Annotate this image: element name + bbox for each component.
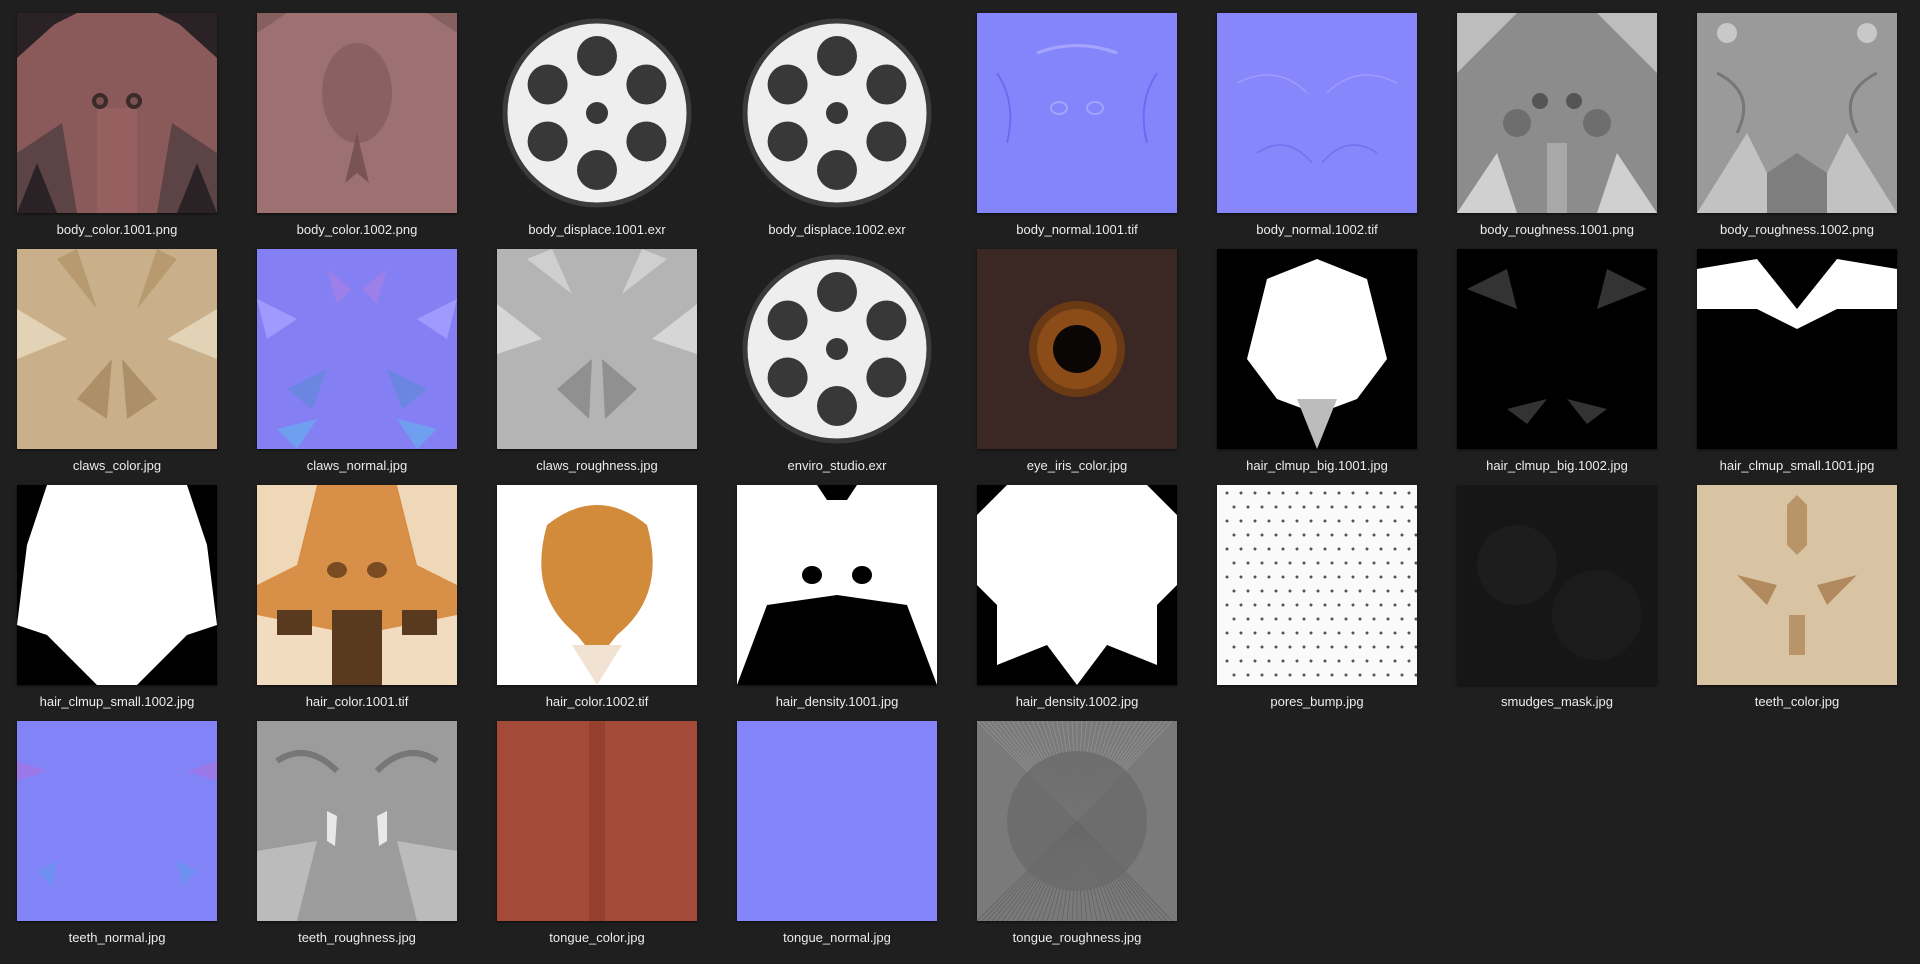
file-name: hair_color.1001.tif: [305, 694, 409, 709]
file-item[interactable]: body_normal.1002.tif: [1200, 0, 1440, 237]
file-name: teeth_color.jpg: [1754, 694, 1840, 709]
file-name: hair_clmup_big.1002.jpg: [1486, 458, 1628, 473]
file-name: tongue_normal.jpg: [783, 930, 891, 945]
image-thumbnail: [1217, 13, 1417, 213]
file-name: body_displace.1001.exr: [528, 222, 666, 237]
file-item[interactable]: pores_bump.jpg: [1200, 472, 1440, 709]
file-item[interactable]: teeth_color.jpg: [1680, 472, 1920, 709]
file-name: hair_clmup_small.1001.jpg: [1719, 458, 1875, 473]
image-thumbnail: [1697, 249, 1897, 449]
image-thumbnail: [17, 13, 217, 213]
file-item[interactable]: enviro_studio.exr: [720, 236, 960, 473]
file-name: hair_color.1002.tif: [545, 694, 649, 709]
file-item[interactable]: body_color.1001.png: [0, 0, 240, 237]
file-name: enviro_studio.exr: [787, 458, 887, 473]
image-thumbnail: [497, 485, 697, 685]
file-item[interactable]: body_roughness.1002.png: [1680, 0, 1920, 237]
file-item[interactable]: hair_color.1001.tif: [240, 472, 480, 709]
video-file-icon: [737, 249, 937, 449]
file-thumbnail-grid: body_color.1001.png body_color.1002.png bo…: [0, 0, 1920, 964]
file-item[interactable]: hair_density.1001.jpg: [720, 472, 960, 709]
image-thumbnail: [737, 721, 937, 921]
image-thumbnail: [977, 721, 1177, 921]
file-item[interactable]: claws_color.jpg: [0, 236, 240, 473]
file-item[interactable]: hair_clmup_big.1001.jpg: [1200, 236, 1440, 473]
file-name: tongue_color.jpg: [549, 930, 645, 945]
file-item[interactable]: hair_color.1002.tif: [480, 472, 720, 709]
image-thumbnail: [17, 249, 217, 449]
image-thumbnail: [737, 485, 937, 685]
file-item[interactable]: hair_clmup_big.1002.jpg: [1440, 236, 1680, 473]
file-name: claws_roughness.jpg: [536, 458, 658, 473]
file-name: tongue_roughness.jpg: [1012, 930, 1142, 945]
image-thumbnail: [977, 485, 1177, 685]
file-item[interactable]: body_color.1002.png: [240, 0, 480, 237]
file-name: body_displace.1002.exr: [768, 222, 906, 237]
file-item[interactable]: claws_normal.jpg: [240, 236, 480, 473]
image-thumbnail: [497, 721, 697, 921]
file-name: body_color.1002.png: [296, 222, 418, 237]
file-name: hair_density.1001.jpg: [775, 694, 899, 709]
file-name: body_color.1001.png: [56, 222, 178, 237]
image-thumbnail: [1217, 249, 1417, 449]
file-item[interactable]: body_displace.1002.exr: [720, 0, 960, 237]
file-item[interactable]: smudges_mask.jpg: [1440, 472, 1680, 709]
image-thumbnail: [257, 485, 457, 685]
file-item[interactable]: body_displace.1001.exr: [480, 0, 720, 237]
image-thumbnail: [17, 721, 217, 921]
file-name: teeth_normal.jpg: [68, 930, 166, 945]
file-name: pores_bump.jpg: [1270, 694, 1364, 709]
file-item[interactable]: claws_roughness.jpg: [480, 236, 720, 473]
image-thumbnail: [257, 721, 457, 921]
file-item[interactable]: tongue_color.jpg: [480, 708, 720, 945]
image-thumbnail: [1457, 485, 1657, 685]
video-file-icon: [497, 13, 697, 213]
file-item[interactable]: hair_density.1002.jpg: [960, 472, 1200, 709]
file-name: body_normal.1002.tif: [1256, 222, 1378, 237]
file-item[interactable]: body_normal.1001.tif: [960, 0, 1200, 237]
file-item[interactable]: tongue_normal.jpg: [720, 708, 960, 945]
image-thumbnail: [17, 485, 217, 685]
file-item[interactable]: teeth_roughness.jpg: [240, 708, 480, 945]
video-file-icon: [737, 13, 937, 213]
file-name: hair_density.1002.jpg: [1015, 694, 1139, 709]
image-thumbnail: [257, 13, 457, 213]
file-name: hair_clmup_small.1002.jpg: [39, 694, 195, 709]
file-item[interactable]: eye_iris_color.jpg: [960, 236, 1200, 473]
image-thumbnail: [1217, 485, 1417, 685]
file-name: body_normal.1001.tif: [1016, 222, 1138, 237]
file-name: smudges_mask.jpg: [1501, 694, 1613, 709]
image-thumbnail: [1697, 485, 1897, 685]
image-thumbnail: [1457, 249, 1657, 449]
file-name: body_roughness.1001.png: [1480, 222, 1634, 237]
image-thumbnail: [497, 249, 697, 449]
file-name: body_roughness.1002.png: [1720, 222, 1874, 237]
image-thumbnail: [1457, 13, 1657, 213]
file-name: eye_iris_color.jpg: [1026, 458, 1128, 473]
file-name: claws_normal.jpg: [306, 458, 408, 473]
file-item[interactable]: hair_clmup_small.1001.jpg: [1680, 236, 1920, 473]
file-item[interactable]: hair_clmup_small.1002.jpg: [0, 472, 240, 709]
file-name: claws_color.jpg: [72, 458, 162, 473]
image-thumbnail: [977, 13, 1177, 213]
file-item[interactable]: body_roughness.1001.png: [1440, 0, 1680, 237]
file-name: hair_clmup_big.1001.jpg: [1246, 458, 1388, 473]
file-item[interactable]: tongue_roughness.jpg: [960, 708, 1200, 945]
file-name: teeth_roughness.jpg: [298, 930, 416, 945]
file-item[interactable]: teeth_normal.jpg: [0, 708, 240, 945]
image-thumbnail: [977, 249, 1177, 449]
image-thumbnail: [257, 249, 457, 449]
image-thumbnail: [1697, 13, 1897, 213]
